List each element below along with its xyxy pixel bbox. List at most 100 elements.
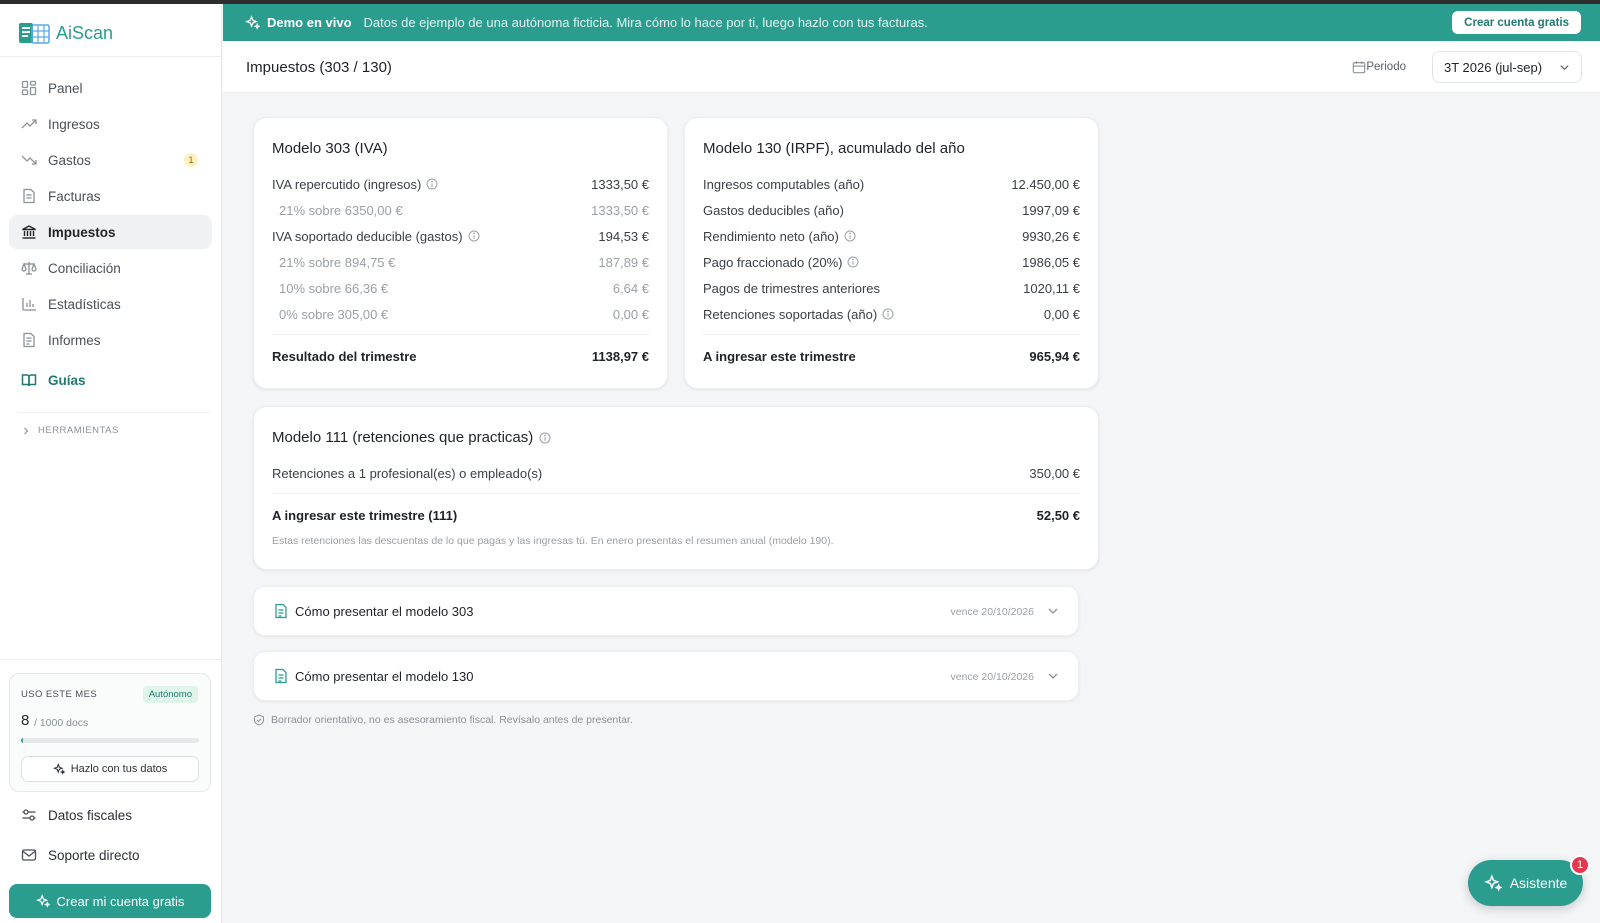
- logo-text: AiScan: [56, 22, 114, 43]
- tools-section-toggle[interactable]: HERRAMIENTAS: [22, 425, 119, 436]
- sidebar-item-label: Facturas: [48, 188, 101, 204]
- logo-icon: [19, 23, 50, 44]
- info-icon[interactable]: [426, 178, 438, 190]
- bank-icon: [20, 224, 37, 241]
- model-303-card: Modelo 303 (IVA) IVA repercutido (ingres…: [253, 117, 668, 389]
- row-value: 0,00 €: [1043, 306, 1080, 322]
- table-row: Gastos deducibles (año) 1997,09 €: [703, 201, 1080, 219]
- use-your-data-label: Hazlo con tus datos: [70, 763, 168, 775]
- assistant-label: Asistente: [1509, 875, 1568, 891]
- card-title: Modelo 111 (retenciones que practicas): [272, 429, 551, 446]
- sidebar-item-facturas[interactable]: Facturas: [9, 179, 212, 213]
- total-row: A ingresar este trimestre (111) 52,50 €: [272, 506, 1080, 524]
- sliders-icon: [20, 807, 37, 824]
- row-value: 1986,05 €: [1022, 254, 1080, 270]
- total-value: 1138,97 €: [591, 348, 649, 364]
- use-your-data-button[interactable]: Hazlo con tus datos: [21, 756, 199, 782]
- app-logo[interactable]: AiScan: [18, 18, 113, 48]
- sidebar-item-impuestos[interactable]: Impuestos: [9, 215, 212, 249]
- row-value: 187,89 €: [598, 254, 649, 270]
- card-title-text: Modelo 111 (retenciones que practicas): [272, 429, 534, 446]
- table-row: 21% sobre 6350,00 € 1333,50 €: [279, 201, 649, 219]
- usage-count: 8: [21, 712, 30, 729]
- sidebar-item-label: Ingresos: [48, 116, 100, 132]
- support-link[interactable]: Soporte directo: [20, 842, 140, 868]
- demo-banner: Demo en vivo Datos de ejemplo de una aut…: [223, 4, 1600, 41]
- row-label: Retenciones soportadas (año): [703, 306, 878, 322]
- row-label: IVA soportado deducible (gastos): [272, 228, 463, 244]
- divider: [272, 334, 649, 335]
- gastos-count-badge: 1: [184, 153, 198, 167]
- assistant-button[interactable]: Asistente: [1468, 860, 1583, 906]
- row-label: Pago fraccionado (20%): [703, 254, 843, 270]
- sidebar-item-informes[interactable]: Informes: [9, 323, 212, 357]
- total-value: 52,50 €: [1036, 507, 1080, 523]
- card-title: Modelo 130 (IRPF), acumulado del año: [703, 140, 965, 157]
- usage-progress-bar: [21, 738, 199, 743]
- total-label: A ingresar este trimestre: [703, 348, 856, 364]
- sidebar-item-label: Impuestos: [48, 224, 116, 240]
- mail-icon: [20, 847, 37, 864]
- row-value: 194,53 €: [598, 228, 649, 244]
- table-row: 10% sobre 66,36 € 6,64 €: [279, 279, 649, 297]
- table-row: Ingresos computables (año) 12.450,00 €: [703, 175, 1080, 193]
- card-note: Estas retenciones las descuentas de lo q…: [272, 535, 834, 547]
- row-value: 12.450,00 €: [1011, 176, 1080, 192]
- sidebar-item-gastos[interactable]: Gastos 1: [9, 143, 212, 177]
- table-row: Retenciones a 1 profesional(es) o emplea…: [272, 464, 1080, 482]
- chevron-down-icon: [1560, 65, 1569, 71]
- shield-check-icon: [254, 714, 264, 726]
- row-label: 0% sobre 305,00 €: [279, 306, 389, 322]
- sidebar-item-guias[interactable]: Guías: [9, 363, 212, 397]
- accordion-title: Cómo presentar el modelo 130: [295, 669, 474, 684]
- period-select[interactable]: 3T 2026 (jul-sep): [1432, 51, 1582, 83]
- info-icon[interactable]: [882, 308, 894, 320]
- sidebar-nav: Panel Ingresos Gastos 1 Facturas Impuest…: [9, 71, 212, 399]
- accordion-title: Cómo presentar el modelo 303: [295, 604, 474, 619]
- sidebar-item-estadisticas[interactable]: Estadísticas: [9, 287, 212, 321]
- disclaimer: Borrador orientativo, no es asesoramient…: [253, 714, 633, 726]
- calendar-icon: [1352, 60, 1366, 79]
- fiscal-data-link[interactable]: Datos fiscales: [20, 802, 132, 828]
- sidebar-item-label: Guías: [48, 372, 86, 388]
- chevron-right-icon: [24, 427, 29, 434]
- sidebar: AiScan Panel Ingresos Gastos 1 Facturas …: [0, 4, 222, 923]
- divider: [0, 659, 222, 660]
- dashboard-icon: [20, 80, 37, 97]
- document-icon: [274, 603, 288, 624]
- sidebar-item-ingresos[interactable]: Ingresos: [9, 107, 212, 141]
- sparkle-icon: [245, 15, 260, 30]
- table-row: 0% sobre 305,00 € 0,00 €: [279, 305, 649, 323]
- divider: [0, 56, 222, 57]
- info-icon[interactable]: [847, 256, 859, 268]
- row-value: 1997,09 €: [1022, 202, 1080, 218]
- create-account-button[interactable]: Crear mi cuenta gratis: [9, 884, 211, 918]
- info-icon[interactable]: [844, 230, 856, 242]
- due-date: vence 20/10/2026: [950, 671, 1035, 683]
- table-row: IVA soportado deducible (gastos) 194,53 …: [272, 227, 649, 245]
- sidebar-item-panel[interactable]: Panel: [9, 71, 212, 105]
- report-icon: [20, 332, 37, 349]
- row-label: Rendimiento neto (año): [703, 228, 839, 244]
- total-label: A ingresar este trimestre (111): [272, 507, 458, 523]
- document-icon: [274, 668, 288, 689]
- banner-create-account-button[interactable]: Crear cuenta gratis: [1452, 11, 1581, 34]
- info-icon[interactable]: [468, 230, 480, 242]
- divider: [18, 412, 210, 413]
- disclaimer-text: Borrador orientativo, no es asesoramient…: [271, 714, 633, 726]
- total-row: Resultado del trimestre 1138,97 €: [272, 347, 649, 365]
- sidebar-item-conciliacion[interactable]: Conciliación: [9, 251, 212, 285]
- trend-down-icon: [20, 152, 37, 169]
- table-row: Pago fraccionado (20%) 1986,05 €: [703, 253, 1080, 271]
- sparkle-icon: [52, 763, 65, 775]
- row-label: Ingresos computables (año): [703, 176, 865, 192]
- sidebar-item-label: Conciliación: [48, 260, 121, 276]
- divider: [272, 493, 1080, 494]
- assistant-notification-badge: 1: [1570, 855, 1590, 875]
- due-date: vence 20/10/2026: [950, 606, 1035, 618]
- book-icon: [20, 372, 37, 389]
- accordion-model-303[interactable]: Cómo presentar el modelo 303 vence 20/10…: [253, 586, 1079, 636]
- info-icon[interactable]: [539, 432, 551, 444]
- accordion-model-130[interactable]: Cómo presentar el modelo 130 vence 20/10…: [253, 651, 1079, 701]
- sparkle-icon: [35, 894, 50, 908]
